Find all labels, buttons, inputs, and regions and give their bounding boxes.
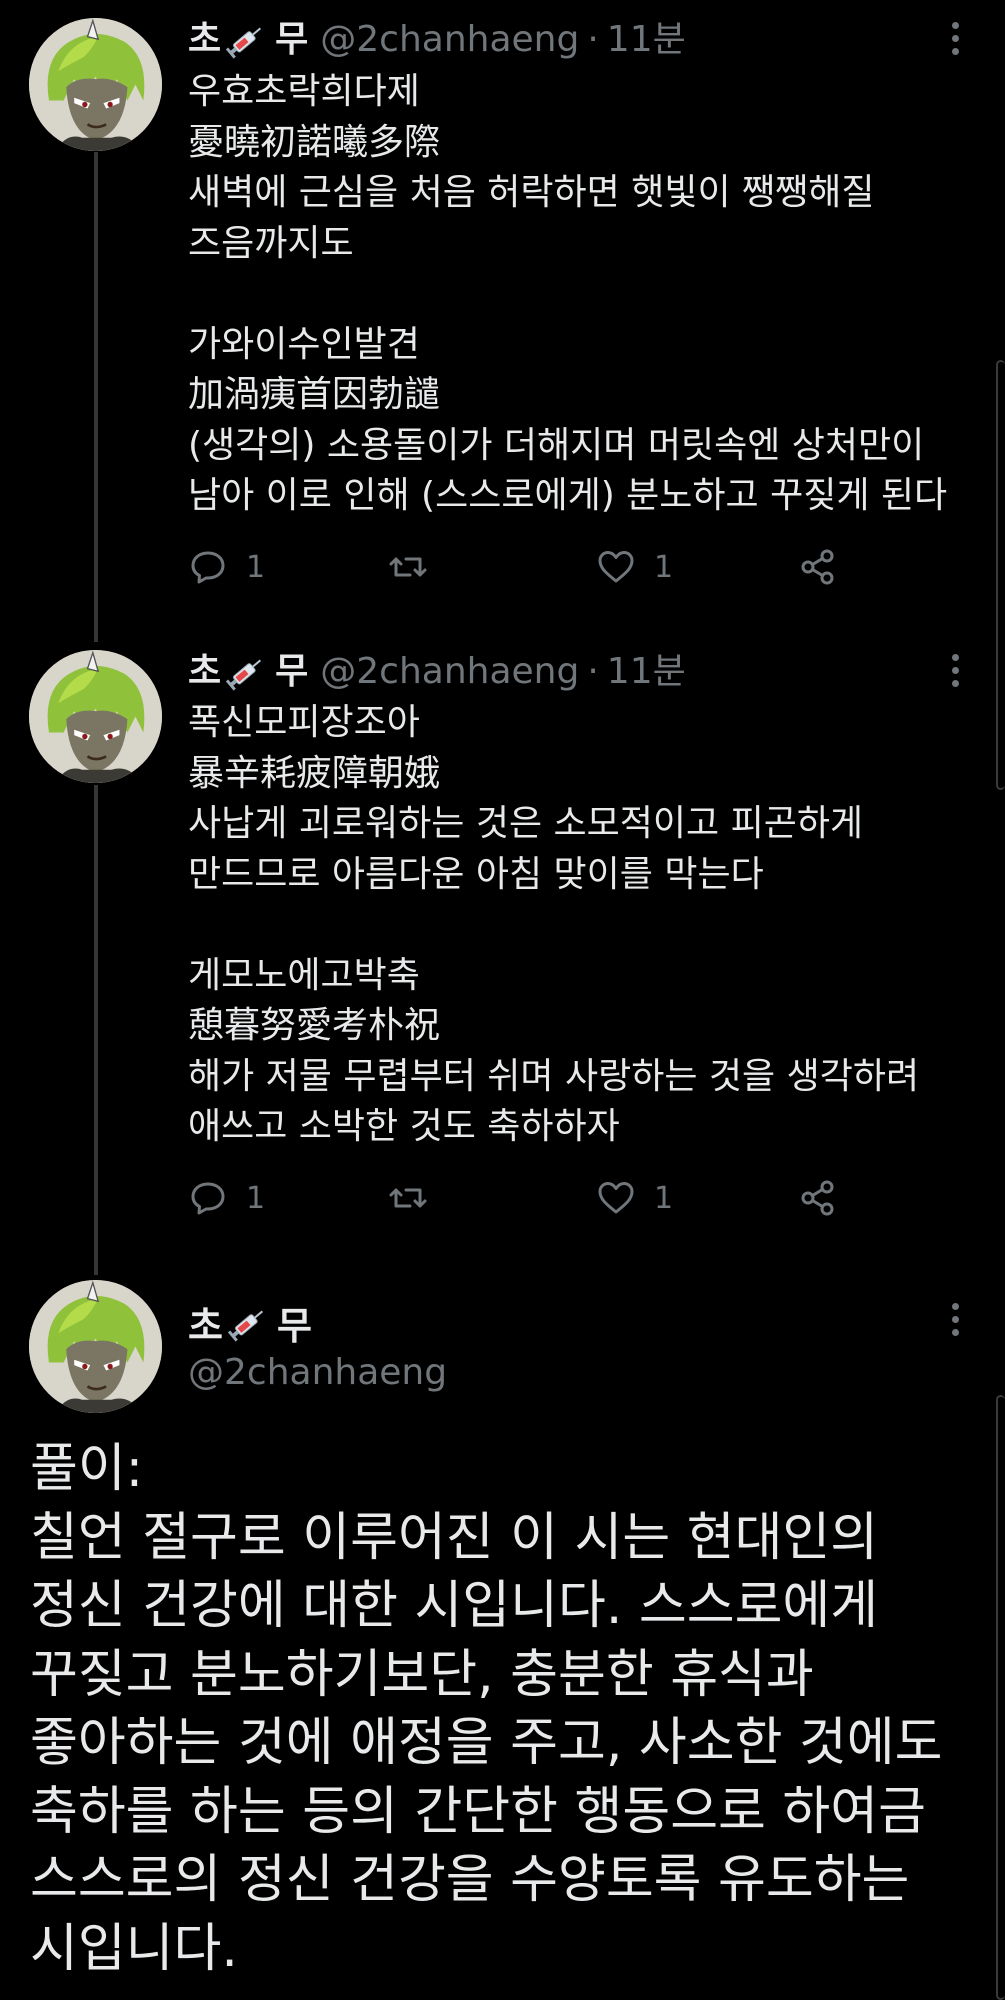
more-icon[interactable] bbox=[945, 1299, 965, 1339]
share-button[interactable] bbox=[798, 1178, 838, 1218]
display-name-part: 무 bbox=[276, 1304, 312, 1348]
avatar[interactable] bbox=[29, 1280, 162, 1413]
main-tweet-text: 풀이: 칠언 절구로 이루어진 이 시는 현대인의 정신 건강에 대한 시입니다… bbox=[30, 1439, 943, 1979]
handle[interactable]: @2chanhaeng bbox=[320, 650, 579, 694]
tweet-header: 초 무 @2chanhaeng · 11분 bbox=[188, 18, 686, 62]
reply-count: 1 bbox=[246, 549, 266, 585]
more-icon[interactable] bbox=[945, 18, 965, 58]
share-icon bbox=[801, 549, 834, 585]
more-icon[interactable] bbox=[945, 650, 965, 690]
thread-line bbox=[94, 152, 98, 642]
display-name-part: 무 bbox=[275, 19, 309, 60]
tweet-text: 폭신모피장조아 暴辛耗疲障朝娥 사납게 괴로워하는 것은 소모적이고 피곤하게 … bbox=[188, 702, 920, 1147]
heart-icon bbox=[598, 551, 634, 583]
avatar-image bbox=[29, 18, 162, 151]
like-count: 1 bbox=[654, 1180, 674, 1216]
scrollbar[interactable] bbox=[996, 1395, 1005, 2000]
thread-line bbox=[94, 785, 98, 1275]
retweet-icon bbox=[389, 557, 427, 577]
syringe-icon bbox=[226, 27, 262, 59]
like-button[interactable]: 1 bbox=[596, 547, 673, 587]
like-count: 1 bbox=[654, 549, 674, 585]
heart-icon bbox=[598, 1182, 634, 1214]
syringe-icon bbox=[226, 659, 262, 691]
reply-icon bbox=[191, 1182, 225, 1215]
display-name-part: 무 bbox=[275, 651, 309, 692]
tweet-text: 우효초락희다제 憂曉初諾曦多際 새벽에 근심을 처음 허락하면 햇빛이 쨍쨍해질… bbox=[188, 71, 948, 516]
retweet-button[interactable] bbox=[388, 1178, 428, 1218]
separator: · bbox=[587, 19, 599, 60]
display-name[interactable]: 초 무 bbox=[188, 18, 308, 62]
separator: · bbox=[587, 651, 599, 692]
syringe-icon bbox=[227, 1310, 263, 1342]
reply-count: 1 bbox=[246, 1180, 266, 1216]
display-name-part: 초 bbox=[188, 1304, 223, 1348]
reply-icon bbox=[191, 551, 225, 584]
reply-button[interactable]: 1 bbox=[188, 547, 265, 587]
timestamp[interactable]: 11분 bbox=[607, 18, 686, 62]
scrollbar[interactable] bbox=[996, 360, 1005, 790]
handle[interactable]: @2chanhaeng bbox=[188, 1352, 447, 1393]
avatar-image bbox=[29, 1280, 162, 1413]
avatar-image bbox=[29, 650, 162, 783]
retweet-button[interactable] bbox=[388, 547, 428, 587]
like-button[interactable]: 1 bbox=[596, 1178, 673, 1218]
avatar[interactable] bbox=[29, 650, 162, 783]
display-name[interactable]: 초 무 bbox=[188, 650, 308, 694]
handle[interactable]: @2chanhaeng bbox=[320, 18, 579, 62]
display-name-part: 초 bbox=[188, 19, 222, 60]
display-name-part: 초 bbox=[188, 651, 222, 692]
timestamp[interactable]: 11분 bbox=[607, 650, 686, 694]
share-icon bbox=[801, 1180, 834, 1216]
share-button[interactable] bbox=[798, 547, 838, 587]
avatar[interactable] bbox=[29, 18, 162, 151]
tweet-header: 초 무 @2chanhaeng · 11분 bbox=[188, 650, 686, 694]
tweet-actions: 1 1 bbox=[188, 547, 848, 597]
display-name[interactable]: 초 무 bbox=[188, 1295, 312, 1350]
tweet-actions: 1 1 bbox=[188, 1178, 848, 1228]
reply-button[interactable]: 1 bbox=[188, 1178, 265, 1218]
retweet-icon bbox=[389, 1188, 427, 1208]
